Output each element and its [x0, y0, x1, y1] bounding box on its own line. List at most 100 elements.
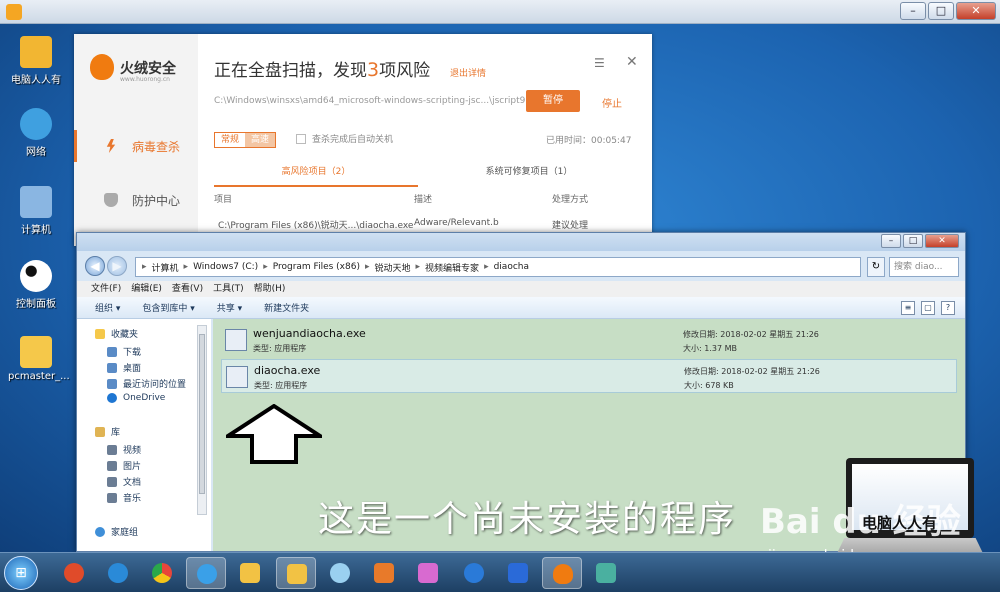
scan-mode-toggle[interactable]: 常规 高速 [214, 132, 276, 148]
taskbar-browser[interactable] [186, 557, 226, 589]
file-size: 大小: 1.37 MB [683, 344, 737, 353]
file-row[interactable]: wenjuandiaocha.exe 类型: 应用程序 修改日期: 2018-0… [221, 323, 957, 357]
view-options-icon[interactable]: ≡ [901, 301, 915, 315]
taskbar-store[interactable] [498, 557, 538, 589]
document-icon [107, 476, 117, 487]
nav-videos[interactable]: 视频 [107, 443, 141, 456]
risk-item-action[interactable]: 建议处理 [552, 218, 588, 231]
taskbar-chrome[interactable] [142, 557, 182, 589]
breadcrumb-item[interactable]: Program Files (x86) [273, 262, 360, 272]
shield-icon [104, 193, 118, 207]
menu-icon[interactable]: ☰ [594, 56, 605, 70]
recent-icon [107, 378, 117, 389]
breadcrumb-item[interactable]: 视频编辑专家 [425, 261, 479, 274]
auto-shutdown-option[interactable]: 查杀完成后自动关机 [296, 132, 393, 145]
nav-libraries[interactable]: 库 [95, 425, 120, 438]
pause-button[interactable]: 暂停 [526, 90, 580, 112]
breadcrumb-item[interactable]: 锐动天地 [375, 261, 411, 274]
up-arrow-annotation [226, 404, 322, 464]
taskbar-explorer[interactable] [276, 557, 316, 589]
start-button[interactable]: ⊞ [4, 556, 38, 590]
close-button[interactable]: ✕ [956, 2, 996, 20]
menu-help[interactable]: 帮助(H) [254, 281, 286, 297]
menu-bar: 文件(F) 编辑(E) 查看(V) 工具(T) 帮助(H) [77, 281, 965, 297]
back-button[interactable]: ◀ [85, 256, 105, 276]
chevron-right-icon: ▸ [415, 262, 421, 272]
scrollbar-thumb[interactable] [199, 334, 205, 494]
desktop-icon-control-panel[interactable]: 控制面板 [8, 260, 64, 310]
desktop-icon-network[interactable]: 网络 [8, 108, 64, 158]
view-buttons: ≡ ▢ ? [901, 301, 955, 315]
menu-file[interactable]: 文件(F) [91, 281, 121, 297]
maximize-button[interactable]: □ [928, 2, 954, 20]
file-row-selected[interactable]: diaocha.exe 类型: 应用程序 修改日期: 2018-02-02 星期… [221, 359, 957, 393]
nav-scrollbar[interactable] [197, 325, 207, 515]
preview-pane-icon[interactable]: ▢ [921, 301, 935, 315]
column-description: 描述 [414, 195, 433, 205]
minimize-button[interactable]: – [900, 2, 926, 20]
new-folder-button[interactable]: 新建文件夹 [264, 301, 309, 314]
nav-favorites[interactable]: 收藏夹 [95, 327, 138, 340]
exit-detail-link[interactable]: 退出详情 [450, 66, 486, 79]
taskbar-pinwheel[interactable] [320, 557, 360, 589]
share-button[interactable]: 共享 ▾ [217, 301, 242, 314]
app-icon [596, 563, 616, 583]
minimize-button[interactable]: – [881, 234, 901, 248]
nav-homegroup[interactable]: 家庭组 [95, 525, 138, 538]
mode-fast[interactable]: 高速 [245, 133, 275, 147]
elapsed-time: 已用时间：00:05:47 [546, 136, 632, 146]
desktop-icon-label: 电脑人人有 [11, 75, 61, 86]
nav-downloads[interactable]: 下载 [107, 345, 141, 358]
nav-onedrive[interactable]: OneDrive [107, 393, 165, 403]
exe-file-icon [225, 329, 247, 351]
forward-button[interactable]: ▶ [107, 256, 127, 276]
mode-normal[interactable]: 常规 [215, 133, 245, 147]
fire-icon [553, 564, 573, 584]
nav-protection-center[interactable]: 防护中心 [74, 180, 198, 220]
menu-view[interactable]: 查看(V) [172, 281, 203, 297]
refresh-icon[interactable]: ↻ [867, 257, 885, 277]
nav-label: OneDrive [123, 393, 166, 403]
tab-high-risk[interactable]: 高风险项目（2） [214, 164, 418, 187]
nav-virus-scan[interactable]: 病毒查杀 [74, 126, 198, 166]
taskbar-fire[interactable] [542, 557, 582, 589]
taskbar-paint[interactable] [408, 557, 448, 589]
nav-recent[interactable]: 最近访问的位置 [107, 377, 186, 390]
nav-music[interactable]: 音乐 [107, 491, 141, 504]
checkbox[interactable] [296, 133, 306, 144]
close-button[interactable]: ✕ [925, 234, 959, 248]
organize-button[interactable]: 组织 ▾ [95, 301, 120, 314]
taskbar-film[interactable] [454, 557, 494, 589]
nav-pictures[interactable]: 图片 [107, 459, 141, 472]
close-icon[interactable]: ✕ [626, 54, 638, 70]
address-bar[interactable]: ▸ 计算机 ▸ Windows7 (C:) ▸ Program Files (x86… [135, 257, 861, 277]
breadcrumb-item[interactable]: 计算机 [152, 261, 179, 274]
taskbar-ie[interactable] [98, 557, 138, 589]
menu-edit[interactable]: 编辑(E) [131, 281, 162, 297]
include-in-library-button[interactable]: 包含到库中 ▾ [142, 301, 194, 314]
file-icon [20, 336, 52, 368]
nav-documents[interactable]: 文档 [107, 475, 141, 488]
stop-button[interactable]: 停止 [602, 95, 622, 110]
maximize-button[interactable]: □ [903, 234, 923, 248]
desktop-icon-computer[interactable]: 计算机 [8, 186, 64, 236]
breadcrumb-item[interactable]: Windows7 (C:) [193, 262, 258, 272]
breadcrumb-item[interactable]: diaocha [494, 262, 529, 272]
desktop-icon-diannao[interactable]: 电脑人人有 [8, 36, 64, 86]
nav-desktop[interactable]: 桌面 [107, 361, 141, 374]
exe-file-icon [226, 366, 248, 388]
video-icon [107, 444, 117, 455]
chevron-right-icon: ▸ [364, 262, 370, 272]
tab-system-repair[interactable]: 系统可修复项目（1） [434, 164, 624, 177]
risk-item-path[interactable]: C:\Program Files (x86)\锐动天...\diaocha.ex… [218, 218, 413, 231]
menu-tools[interactable]: 工具(T) [213, 281, 244, 297]
taskbar-huorong[interactable] [54, 557, 94, 589]
nav-label: 家庭组 [111, 528, 139, 538]
nav-label: 文档 [123, 478, 142, 488]
desktop-icon-pcmaster[interactable]: pcmaster_... [8, 336, 70, 382]
search-input[interactable]: 搜索 diao... [889, 257, 959, 277]
help-icon[interactable]: ? [941, 301, 955, 315]
taskbar-media[interactable] [364, 557, 404, 589]
taskbar-app[interactable] [586, 557, 626, 589]
taskbar-folder[interactable] [230, 557, 270, 589]
